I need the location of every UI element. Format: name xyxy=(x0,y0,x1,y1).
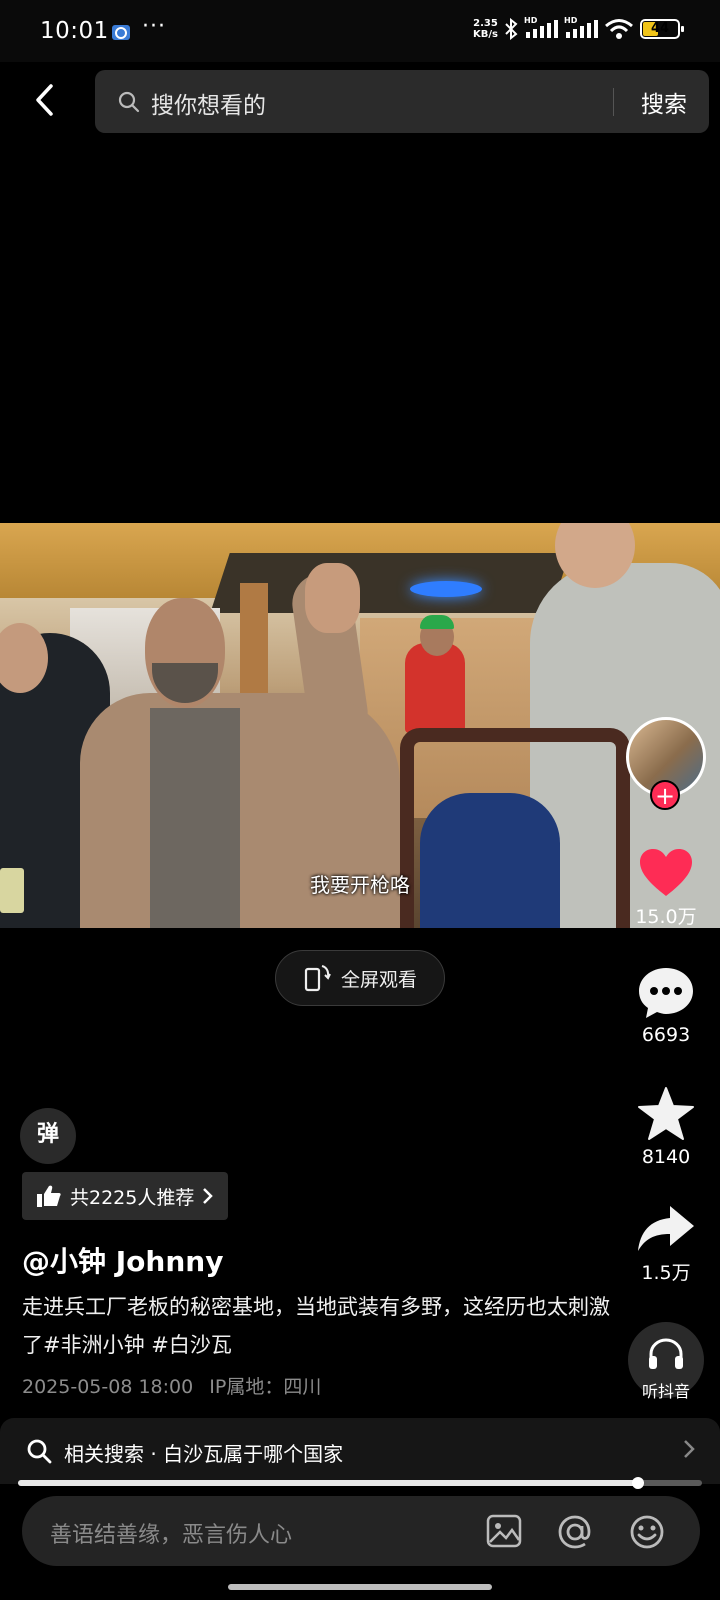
battery-icon: 44 xyxy=(640,19,684,39)
recommend-pill[interactable]: 共2225人推荐 xyxy=(22,1172,229,1220)
search-button[interactable]: 搜索 xyxy=(641,85,687,119)
author-name[interactable]: @小钟 Johnny xyxy=(22,1240,223,1280)
danmaku-label: 弹 xyxy=(36,1122,59,1147)
favorite-count: 8140 xyxy=(641,1146,691,1168)
fullscreen-label: 全屏观看 xyxy=(340,968,417,991)
danmaku-toggle[interactable]: 弹 xyxy=(20,1108,76,1164)
search-placeholder: 搜你想看的 xyxy=(151,93,266,119)
network-speed: 2.35 KB/s xyxy=(473,18,498,40)
playback-progress[interactable] xyxy=(18,1477,702,1489)
chevron-right-icon xyxy=(684,1440,695,1458)
progress-knob[interactable] xyxy=(631,1477,644,1489)
search-input[interactable]: 搜你想看的 搜索 xyxy=(95,70,709,133)
share-icon xyxy=(638,1206,694,1251)
back-button[interactable] xyxy=(24,78,64,122)
like-button[interactable]: 15.0万 xyxy=(618,848,714,929)
battery-level: 44 xyxy=(650,21,670,36)
listen-label: 听抖音 xyxy=(641,1382,690,1401)
network-speed-unit: KB/s xyxy=(473,29,498,40)
search-divider xyxy=(613,88,614,116)
related-search-label: 相关搜索 · 白沙瓦属于哪个国家 xyxy=(64,1442,344,1466)
thumbs-up-icon xyxy=(37,1185,61,1207)
emoji-icon[interactable] xyxy=(628,1514,666,1550)
comment-placeholder: 善语结善缘，恶言伤人心 xyxy=(50,1523,293,1548)
comment-count: 6693 xyxy=(641,1024,691,1046)
video-player[interactable]: 我要开枪咯 xyxy=(0,523,720,928)
chevron-left-icon xyxy=(36,84,53,116)
comment-button[interactable]: 6693 xyxy=(618,966,714,1046)
ip-location: IP属地：四川 xyxy=(209,1376,322,1398)
video-description: 走进兵工厂老板的秘密基地，当地武装有多野，这经历也太刺激了#非洲小钟 #白沙瓦 xyxy=(22,1295,610,1357)
rotate-screen-icon xyxy=(304,965,331,992)
star-icon xyxy=(638,1087,694,1140)
follow-button[interactable]: + xyxy=(650,780,680,810)
post-meta: 2025-05-08 18:00 IP属地：四川 xyxy=(22,1372,321,1399)
like-count: 15.0万 xyxy=(635,906,697,928)
heart-icon xyxy=(640,849,692,896)
search-icon xyxy=(27,1439,52,1464)
video-subtitle: 我要开枪咯 xyxy=(310,873,410,897)
image-icon[interactable] xyxy=(486,1514,522,1548)
recommend-label: 共2225人推荐 xyxy=(70,1186,195,1209)
share-button[interactable]: 1.5万 xyxy=(618,1204,714,1285)
chevron-right-icon xyxy=(203,1188,214,1204)
network-speed-value: 2.35 xyxy=(473,18,498,29)
at-mention-icon[interactable] xyxy=(556,1514,594,1550)
status-indicators: 2.35 KB/s HD HD 44 xyxy=(473,16,684,40)
alarm-icon xyxy=(112,25,130,40)
battery-tip xyxy=(681,26,684,32)
status-bar: 10:01 ··· 2.35 KB/s HD HD 44 xyxy=(0,0,720,62)
comment-input[interactable]: 善语结善缘，恶言伤人心 xyxy=(22,1496,700,1566)
wifi-icon xyxy=(605,19,633,39)
related-search-bar[interactable]: 相关搜索 · 白沙瓦属于哪个国家 xyxy=(0,1418,720,1484)
comment-icon xyxy=(639,968,693,1018)
search-icon xyxy=(118,91,140,113)
status-time: 10:01 xyxy=(40,18,109,44)
signal-2-icon: HD xyxy=(564,16,598,40)
favorite-button[interactable]: 8140 xyxy=(618,1086,714,1168)
headphones-icon xyxy=(649,1338,683,1369)
fullscreen-button[interactable]: 全屏观看 xyxy=(275,950,445,1006)
post-timestamp: 2025-05-08 18:00 xyxy=(22,1376,194,1398)
status-more-icon: ··· xyxy=(142,14,166,39)
home-indicator[interactable] xyxy=(228,1584,492,1590)
signal-1-icon: HD xyxy=(524,16,558,40)
progress-fill xyxy=(18,1480,638,1486)
share-count: 1.5万 xyxy=(641,1262,691,1284)
bluetooth-icon xyxy=(505,18,518,40)
